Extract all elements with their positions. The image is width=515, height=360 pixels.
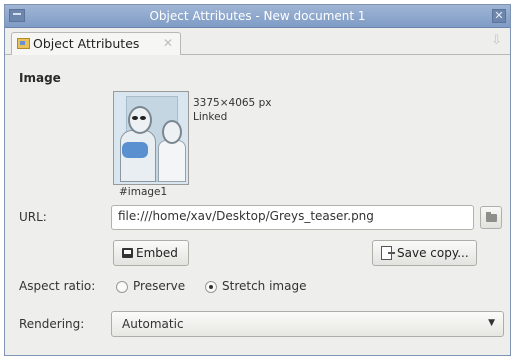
browse-folder-button[interactable] bbox=[480, 206, 502, 229]
rendering-label: Rendering: bbox=[19, 317, 85, 331]
section-title-image: Image bbox=[19, 71, 61, 85]
close-icon[interactable]: ✕ bbox=[492, 9, 506, 23]
save-copy-button-label: Save copy... bbox=[397, 246, 469, 260]
save-copy-button[interactable]: Save copy... bbox=[372, 240, 477, 266]
embed-button[interactable]: Embed bbox=[113, 240, 189, 266]
object-attributes-icon bbox=[17, 38, 30, 49]
rendering-select[interactable]: Automatic ▼ bbox=[111, 311, 504, 337]
image-link-status: Linked bbox=[193, 111, 228, 123]
image-size-text: 3375×4065 px bbox=[193, 97, 272, 109]
tab-strip: Object Attributes ✕ ⇩ bbox=[5, 28, 510, 55]
tab-close-icon[interactable]: ✕ bbox=[163, 36, 173, 50]
aspect-ratio-label: Aspect ratio: bbox=[19, 279, 96, 293]
stretch-image-radio[interactable] bbox=[205, 281, 217, 293]
embed-button-label: Embed bbox=[136, 246, 178, 260]
embed-icon bbox=[122, 248, 133, 258]
chevron-down-icon: ▼ bbox=[488, 318, 495, 328]
preserve-radio[interactable] bbox=[116, 281, 128, 293]
object-attributes-window: Object Attributes - New document 1 ✕ Obj… bbox=[4, 4, 511, 356]
save-copy-icon bbox=[381, 246, 395, 260]
url-input[interactable]: file:///home/xav/Desktop/Greys_teaser.pn… bbox=[111, 205, 474, 230]
dock-arrow-icon[interactable]: ⇩ bbox=[491, 33, 502, 48]
stretch-image-radio-label[interactable]: Stretch image bbox=[222, 279, 306, 293]
rendering-select-value: Automatic bbox=[122, 317, 184, 331]
window-title: Object Attributes - New document 1 bbox=[149, 9, 366, 23]
image-id-text: #image1 bbox=[119, 186, 168, 198]
image-thumbnail bbox=[113, 91, 189, 185]
preserve-radio-label[interactable]: Preserve bbox=[133, 279, 185, 293]
title-bar[interactable]: Object Attributes - New document 1 ✕ bbox=[5, 5, 510, 28]
tab-label: Object Attributes bbox=[33, 36, 140, 51]
tab-object-attributes[interactable]: Object Attributes ✕ bbox=[11, 32, 181, 55]
window-menu-icon[interactable] bbox=[9, 9, 25, 22]
url-label: URL: bbox=[19, 210, 47, 224]
